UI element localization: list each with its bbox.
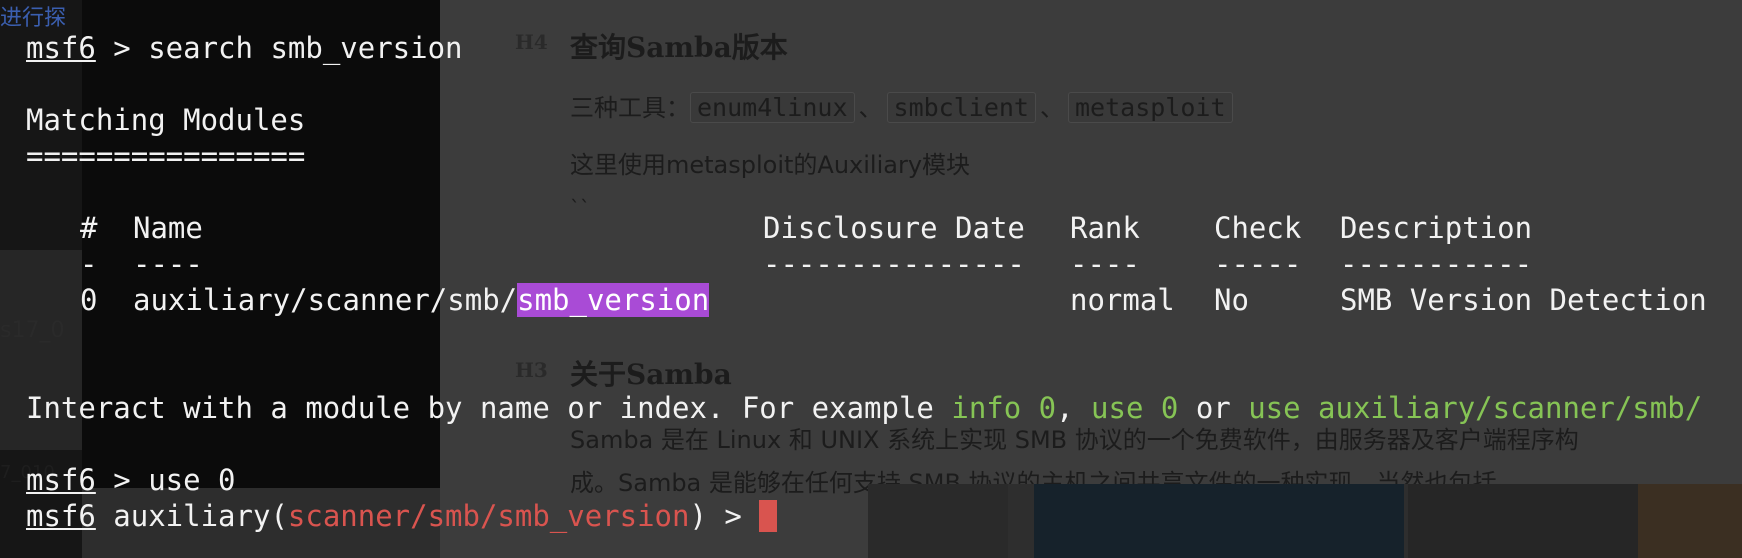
col-rule-desc: ----------- [1340,247,1533,281]
tools-prefix: 三种工具： [570,94,690,122]
note-text: 这里使用metasploit的Auxiliary模块 [570,151,971,179]
image-panel-brown [1638,484,1742,558]
msf-prompt: msf6 [26,499,96,533]
tool-separator: 、 [1039,94,1064,122]
row-0-check: No [1214,283,1249,317]
sidebar-fragment-2: s17_0 [0,318,65,343]
interact-comma: , [1056,391,1092,425]
heading-tag-h3: H3 [515,358,548,382]
col-header-rank: Rank [1070,211,1140,245]
col-header-date: Disclosure Date [763,211,1025,245]
module-prompt-prefix: auxiliary( [95,499,288,533]
row-0-num: 0 [80,283,98,317]
col-rule-name: ---- [133,247,203,281]
use-command: > use 0 [95,463,236,497]
module-prompt-suffix: ) > [689,499,760,533]
terminal-line-module-prompt[interactable]: msf6 auxiliary(scanner/smb/smb_version) … [26,498,778,534]
row-0-name: auxiliary/scanner/smb/smb_version [133,282,710,318]
example-use-path: use auxiliary/scanner/smb/ [1248,391,1703,425]
sidebar-fragment-1: 进行探 [0,6,67,31]
col-rule-check: ----- [1214,247,1302,281]
section-heading-about-samba: 关于Samba [570,358,732,391]
backticks-text: `` [570,196,590,220]
col-header-check: Check [1214,211,1302,245]
image-panel [868,484,1008,558]
tool-chip-smbclient: smbclient [886,92,1036,123]
col-header-desc: Description [1340,211,1533,245]
row-0-desc: SMB Version Detection [1340,283,1707,317]
search-command: > search smb_version [95,31,463,65]
heading-tag-h4: H4 [515,30,548,54]
section-heading-samba-version: 查询Samba版本 [570,31,788,64]
msf-prompt: msf6 [26,31,96,65]
row-0-rank: normal [1070,283,1175,317]
tool-chip-enum4linux: enum4linux [690,92,855,123]
tool-separator: 、 [858,94,883,122]
interact-text: Interact with a module by name or index.… [26,391,952,425]
row-0-name-prefix: auxiliary/scanner/smb/ [133,283,518,317]
col-header-num: # [80,211,98,245]
tools-line: 三种工具： enum4linux、 smbclient、 metasploit [570,88,1233,123]
example-info: info 0 [951,391,1057,425]
interact-or: or [1178,391,1249,425]
matching-modules-title: Matching Modules [26,103,306,137]
col-rule-num: - [80,247,98,281]
col-header-name: Name [133,211,203,245]
terminal-line-search: msf6 > search smb_version [26,30,463,66]
tool-chip-metasploit: metasploit [1067,92,1233,123]
matching-modules-rule: ================ [26,139,306,173]
module-path: scanner/smb/smb_version [287,499,690,533]
search-match-highlight: smb_version [517,283,710,317]
interact-hint-line: Interact with a module by name or index.… [26,390,1702,426]
terminal-cursor[interactable] [759,500,778,532]
col-rule-rank: ---- [1070,247,1140,281]
example-use-index: use 0 [1091,391,1179,425]
msf-prompt: msf6 [26,463,96,497]
terminal-line-use: msf6 > use 0 [26,462,236,498]
col-rule-date: --------------- [763,247,1025,281]
article-image-strip [868,484,1742,558]
image-panel-dark [1034,484,1404,558]
